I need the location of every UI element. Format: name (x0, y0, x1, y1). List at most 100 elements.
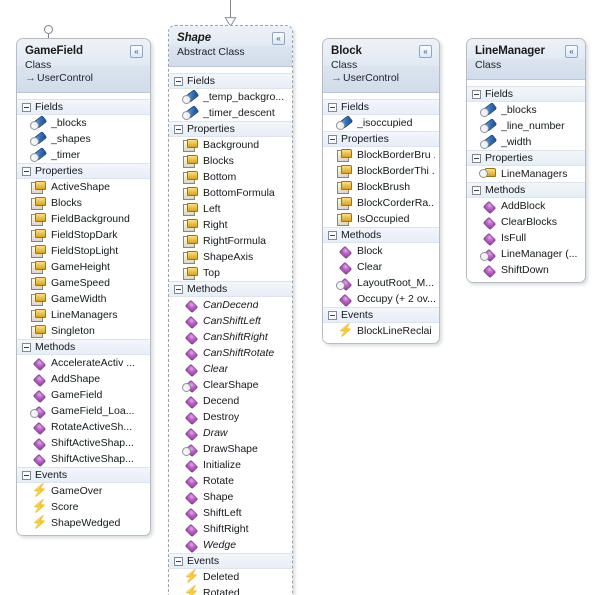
member-row[interactable]: BlockLineReclai ... (323, 323, 439, 339)
member-row[interactable]: Decend (169, 393, 292, 409)
collapse-minus-icon[interactable] (472, 89, 481, 99)
group-header-events[interactable]: Events (323, 307, 439, 323)
group-header-fields[interactable]: Fields (169, 73, 292, 89)
member-row[interactable]: AccelerateActiv ... (17, 355, 150, 371)
member-row[interactable]: GameField_Loa... (17, 403, 150, 419)
member-row[interactable]: Right (169, 217, 292, 233)
group-header-methods[interactable]: Methods (169, 281, 292, 297)
member-row[interactable]: ShiftLeft (169, 505, 292, 521)
group-header-methods[interactable]: Methods (17, 339, 150, 355)
collapse-minus-icon[interactable] (22, 102, 31, 112)
member-row[interactable]: BottomFormula (169, 185, 292, 201)
member-row[interactable]: Rotate (169, 473, 292, 489)
member-row[interactable]: ShapeWedged (17, 515, 150, 531)
group-header-methods[interactable]: Methods (467, 182, 585, 198)
collapse-minus-icon[interactable] (22, 342, 31, 352)
class-box-gamefield[interactable]: GameField Class →UserControl « Fields _blocks… (16, 38, 151, 536)
member-row[interactable]: ShiftActiveShap... (17, 451, 150, 467)
member-row[interactable]: Left (169, 201, 292, 217)
collapse-minus-icon[interactable] (22, 166, 31, 176)
member-row[interactable]: Draw (169, 425, 292, 441)
member-row[interactable]: CanShiftRight (169, 329, 292, 345)
member-row[interactable]: Block (323, 243, 439, 259)
member-row[interactable]: BlockBorderThi ... (323, 163, 439, 179)
member-row[interactable]: CanShiftRotate (169, 345, 292, 361)
collapse-minus-icon[interactable] (22, 470, 31, 480)
member-row[interactable]: _line_number (467, 118, 585, 134)
member-row[interactable]: RightFormula (169, 233, 292, 249)
member-row[interactable]: IsFull (467, 230, 585, 246)
member-row[interactable]: Blocks (17, 195, 150, 211)
member-row[interactable]: GameWidth (17, 291, 150, 307)
collapse-minus-icon[interactable] (328, 102, 337, 112)
member-row[interactable]: FieldStopLight (17, 243, 150, 259)
member-row[interactable]: Singleton (17, 323, 150, 339)
member-row[interactable]: LineManager (... (467, 246, 585, 262)
member-row[interactable]: ClearShape (169, 377, 292, 393)
member-row[interactable]: LineManagers (17, 307, 150, 323)
member-row[interactable]: Initialize (169, 457, 292, 473)
member-row[interactable]: Clear (323, 259, 439, 275)
collapse-minus-icon[interactable] (328, 310, 337, 320)
member-row[interactable]: GameHeight (17, 259, 150, 275)
collapse-minus-icon[interactable] (174, 124, 183, 134)
member-row[interactable]: _blocks (467, 102, 585, 118)
group-header-events[interactable]: Events (169, 553, 292, 569)
collapse-minus-icon[interactable] (174, 284, 183, 294)
collapse-minus-icon[interactable] (174, 76, 183, 86)
member-row[interactable]: ClearBlocks (467, 214, 585, 230)
member-row[interactable]: _timer_descent (169, 105, 292, 121)
group-header-fields[interactable]: Fields (467, 86, 585, 102)
member-row[interactable]: GameOver (17, 483, 150, 499)
member-row[interactable]: Destroy (169, 409, 292, 425)
collapse-minus-icon[interactable] (328, 134, 337, 144)
class-box-block[interactable]: Block Class →UserControl « Fields _isoccupied… (322, 38, 440, 344)
member-row[interactable]: AddBlock (467, 198, 585, 214)
group-header-properties[interactable]: Properties (323, 131, 439, 147)
member-row[interactable]: CanShiftLeft (169, 313, 292, 329)
class-header-linemanager[interactable]: LineManager Class « (467, 39, 585, 80)
member-row[interactable]: Rotated (169, 585, 292, 595)
class-header-gamefield[interactable]: GameField Class →UserControl « (17, 39, 150, 93)
group-header-properties[interactable]: Properties (169, 121, 292, 137)
member-row[interactable]: _width (467, 134, 585, 150)
member-row[interactable]: _timer (17, 147, 150, 163)
group-header-properties[interactable]: Properties (17, 163, 150, 179)
member-row[interactable]: RotateActiveSh... (17, 419, 150, 435)
member-row[interactable]: CanDecend (169, 297, 292, 313)
member-row[interactable]: Blocks (169, 153, 292, 169)
collapse-minus-icon[interactable] (174, 556, 183, 566)
member-row[interactable]: Background (169, 137, 292, 153)
member-row[interactable]: _shapes (17, 131, 150, 147)
member-row[interactable]: Score (17, 499, 150, 515)
member-row[interactable]: _blocks (17, 115, 150, 131)
member-row[interactable]: ShiftDown (467, 262, 585, 278)
member-row[interactable]: ShiftActiveShap... (17, 435, 150, 451)
member-row[interactable]: ShapeAxis (169, 249, 292, 265)
group-header-fields[interactable]: Fields (17, 99, 150, 115)
collapse-chevron-icon[interactable]: « (419, 45, 432, 58)
group-header-events[interactable]: Events (17, 467, 150, 483)
member-row[interactable]: Shape (169, 489, 292, 505)
member-row[interactable]: LayoutRoot_M... (323, 275, 439, 291)
member-row[interactable]: ActiveShape (17, 179, 150, 195)
group-header-properties[interactable]: Properties (467, 150, 585, 166)
class-header-block[interactable]: Block Class →UserControl « (323, 39, 439, 93)
member-row[interactable]: GameField (17, 387, 150, 403)
member-row[interactable]: AddShape (17, 371, 150, 387)
group-header-fields[interactable]: Fields (323, 99, 439, 115)
collapse-minus-icon[interactable] (472, 185, 481, 195)
member-row[interactable]: DrawShape (169, 441, 292, 457)
collapse-chevron-icon[interactable]: « (565, 45, 578, 58)
class-header-shape[interactable]: Shape Abstract Class « (169, 26, 292, 67)
member-row[interactable]: GameSpeed (17, 275, 150, 291)
member-row[interactable]: BlockCorderRa... (323, 195, 439, 211)
member-row[interactable]: Deleted (169, 569, 292, 585)
member-row[interactable]: _isoccupied (323, 115, 439, 131)
member-row[interactable]: FieldStopDark (17, 227, 150, 243)
member-row[interactable]: BlockBorderBru ... (323, 147, 439, 163)
collapse-minus-icon[interactable] (328, 230, 337, 240)
member-row[interactable]: LineManagers (467, 166, 585, 182)
member-row[interactable]: Bottom (169, 169, 292, 185)
member-row[interactable]: IsOccupied (323, 211, 439, 227)
